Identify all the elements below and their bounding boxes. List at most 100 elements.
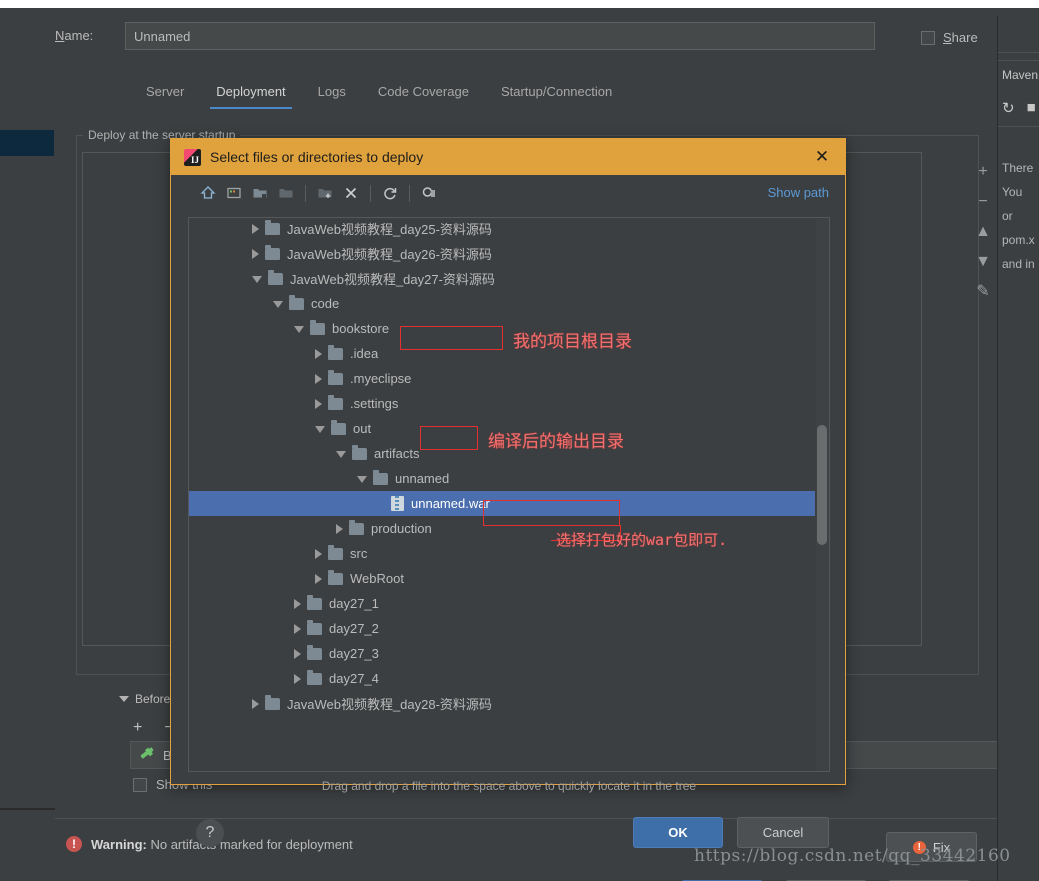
chevron-right-icon[interactable] xyxy=(252,248,259,259)
maven-divider-3 xyxy=(998,126,1039,127)
cancel-button[interactable]: Cancel xyxy=(737,817,829,848)
desktop-background-top xyxy=(0,0,997,8)
tree-row-label: day27_1 xyxy=(329,596,379,611)
maven-module-icon[interactable]: ■ xyxy=(1027,99,1036,117)
maven-divider-2 xyxy=(998,60,1039,61)
chevron-right-icon[interactable] xyxy=(315,398,322,409)
show-hidden-icon[interactable] xyxy=(416,182,442,204)
tree-row[interactable]: unnamed.war xyxy=(189,491,815,516)
chevron-right-icon[interactable] xyxy=(315,373,322,384)
show-this-checkbox[interactable] xyxy=(133,777,147,792)
tree-row[interactable]: day27_1 xyxy=(189,591,815,616)
maven-text-line: or xyxy=(1002,209,1013,223)
edit-button[interactable]: ✎ xyxy=(976,284,989,300)
warning-icon: ! xyxy=(66,836,82,852)
chevron-right-icon[interactable] xyxy=(315,348,322,359)
tab-code-coverage[interactable]: Code Coverage xyxy=(362,78,485,109)
chevron-down-icon[interactable] xyxy=(357,476,367,483)
tree-row[interactable]: JavaWeb视频教程_day26-资料源码 xyxy=(189,241,815,266)
configuration-tabs[interactable]: Server Deployment Logs Code Coverage Startup… xyxy=(130,78,628,109)
tree-row[interactable]: JavaWeb视频教程_day25-资料源码 xyxy=(189,218,815,241)
share-checkbox-group[interactable]: Share xyxy=(921,30,978,45)
chevron-right-icon[interactable] xyxy=(315,573,322,584)
dialog-title: Select files or directories to deploy xyxy=(210,149,424,165)
tree-row[interactable]: unnamed xyxy=(189,466,815,491)
tree-row[interactable]: code xyxy=(189,291,815,316)
tree-row[interactable]: JavaWeb视频教程_day28-资料源码 xyxy=(189,691,815,716)
annotation-select-war: 选择打包好的war包即可. xyxy=(556,531,728,549)
project-tree-rail[interactable] xyxy=(0,58,56,808)
tree-row[interactable]: .idea xyxy=(189,341,815,366)
dialog-titlebar: IJ Select files or directories to deploy… xyxy=(171,139,845,175)
tab-logs[interactable]: Logs xyxy=(302,78,362,109)
share-checkbox[interactable] xyxy=(921,30,935,45)
war-file-icon xyxy=(391,496,404,511)
delete-icon[interactable] xyxy=(338,182,364,204)
tree-row[interactable]: day27_2 xyxy=(189,616,815,641)
new-folder-icon[interactable] xyxy=(312,182,338,204)
tree-row-label: day27_4 xyxy=(329,671,379,686)
home-icon[interactable] xyxy=(195,182,221,204)
tab-server[interactable]: Server xyxy=(130,78,200,109)
tree-row[interactable]: bookstore xyxy=(189,316,815,341)
file-tree[interactable]: JavaWeb视频教程_day25-资料源码 JavaWeb视频教程_day26-… xyxy=(188,217,830,772)
select-files-dialog: IJ Select files or directories to deploy… xyxy=(170,138,846,848)
chevron-right-icon[interactable] xyxy=(294,648,301,659)
project-tree-selected-row[interactable] xyxy=(0,130,54,156)
project-folder-icon[interactable] xyxy=(247,182,273,204)
chevron-down-icon[interactable] xyxy=(273,301,283,308)
screenshot-root: Name: Unnamed Share Server Deployment Logs… xyxy=(0,0,1039,881)
ok-button[interactable]: OK xyxy=(633,817,723,848)
add-task-button[interactable]: + xyxy=(133,719,142,737)
maven-panel-toolbar[interactable]: ↻ ■ xyxy=(1002,99,1036,117)
chevron-right-icon[interactable] xyxy=(315,548,322,559)
dialog-toolbar[interactable]: Show path xyxy=(171,175,845,211)
deployment-list-toolbar[interactable]: + − ▲ ▼ ✎ xyxy=(965,156,1001,344)
tree-row[interactable]: day27_4 xyxy=(189,666,815,691)
tree-row-label: unnamed.war xyxy=(411,496,490,511)
chevron-right-icon[interactable] xyxy=(336,523,343,534)
chevron-down-icon[interactable] xyxy=(315,426,325,433)
tree-scrollbar-thumb[interactable] xyxy=(817,425,827,545)
maven-reimport-icon[interactable]: ↻ xyxy=(1002,99,1015,117)
chevron-right-icon[interactable] xyxy=(294,623,301,634)
desktop-icon[interactable] xyxy=(221,182,247,204)
watermark: https://blog.csdn.net/qq_33442160 xyxy=(694,846,1011,866)
remove-button[interactable]: − xyxy=(978,194,987,210)
folder-icon xyxy=(328,369,343,385)
toolbar-separator-2 xyxy=(370,184,371,202)
chevron-right-icon[interactable] xyxy=(252,698,259,709)
chevron-right-icon[interactable] xyxy=(252,223,259,234)
folder-icon xyxy=(328,544,343,560)
share-label: Share xyxy=(943,30,978,45)
tree-row-label: .idea xyxy=(350,346,379,361)
name-input[interactable]: Unnamed xyxy=(125,22,875,50)
add-button[interactable]: + xyxy=(978,164,987,180)
folder-icon xyxy=(328,344,343,360)
chevron-right-icon[interactable] xyxy=(294,673,301,684)
chevron-down-icon[interactable] xyxy=(336,451,346,458)
maven-tool-window[interactable]: Maven ↻ ■ There You or pom.x and in xyxy=(997,16,1039,881)
move-up-button[interactable]: ▲ xyxy=(975,224,991,240)
chevron-down-icon[interactable] xyxy=(294,326,304,333)
help-button[interactable]: ? xyxy=(196,819,224,847)
tab-startup-connection[interactable]: Startup/Connection xyxy=(485,78,628,109)
tree-row[interactable]: JavaWeb视频教程_day27-资料源码 xyxy=(189,266,815,291)
tree-row[interactable]: .myeclipse xyxy=(189,366,815,391)
move-down-button[interactable]: ▼ xyxy=(975,254,991,270)
tree-row[interactable]: day27_3 xyxy=(189,641,815,666)
toolbar-separator-1 xyxy=(305,184,306,202)
chevron-right-icon[interactable] xyxy=(294,598,301,609)
refresh-icon[interactable] xyxy=(377,182,403,204)
tree-row[interactable]: .settings xyxy=(189,391,815,416)
tree-row[interactable]: WebRoot xyxy=(189,566,815,591)
tab-deployment[interactable]: Deployment xyxy=(200,78,301,109)
toolbar-separator-3 xyxy=(409,184,410,202)
chevron-down-icon[interactable] xyxy=(252,276,262,283)
close-icon[interactable]: ✕ xyxy=(813,148,831,166)
file-tree-rows: JavaWeb视频教程_day25-资料源码 JavaWeb视频教程_day26-… xyxy=(189,218,815,716)
folder-icon xyxy=(331,419,346,435)
hidden-folder-icon[interactable] xyxy=(273,182,299,204)
show-path-link[interactable]: Show path xyxy=(768,185,829,200)
chevron-down-icon xyxy=(119,696,129,702)
